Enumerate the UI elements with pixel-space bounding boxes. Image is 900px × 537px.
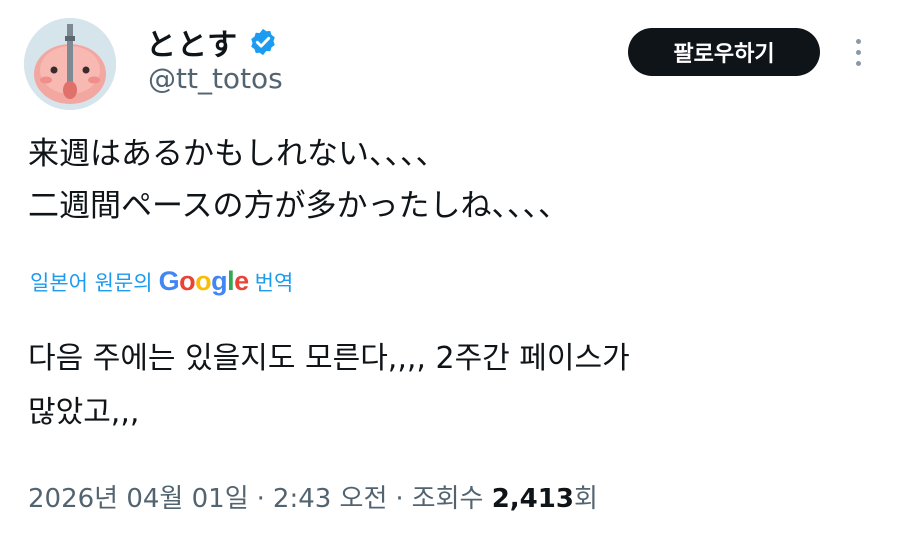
- dot: [855, 49, 861, 55]
- tweet-date[interactable]: 2026년 04월 01일: [28, 478, 249, 515]
- tweet-text: 来週はあるかもしれない、、、、 二週間ペースの方が多かったしね、、、、: [28, 128, 878, 232]
- tweet-meta: 2026년 04월 01일 · 2:43 오전 · 조회수 2,413 회: [28, 478, 598, 515]
- dot: [855, 60, 861, 66]
- translate-suffix: 번역: [254, 270, 294, 295]
- dot: [855, 38, 861, 44]
- verified-badge-icon: [251, 28, 275, 56]
- views-label: 조회수: [411, 484, 484, 514]
- tweet-line: 二週間ペースの方が多かったしね、、、、: [28, 188, 569, 224]
- translated-line: 다음 주에는 있을지도 모른다,,,, 2주간 페이스가: [28, 341, 630, 376]
- views-count: 2,413: [491, 484, 574, 514]
- translate-prefix: 일본어 원문의: [30, 270, 153, 295]
- google-letter: G: [158, 266, 180, 296]
- meta-separator: ·: [395, 484, 404, 514]
- author-handle[interactable]: @tt_totos: [148, 62, 283, 95]
- google-letter: o: [195, 266, 212, 296]
- google-letter: o: [179, 266, 196, 296]
- views[interactable]: 조회수 2,413 회: [412, 478, 598, 515]
- views-unit: 회: [573, 484, 598, 514]
- google-letter: e: [234, 266, 249, 296]
- author-name-row: ととす: [146, 20, 278, 64]
- avatar-image: [24, 18, 116, 110]
- translated-text: 다음 주에는 있을지도 모른다,,,, 2주간 페이스가 많았고,,,: [28, 332, 868, 440]
- google-logo: Google: [158, 266, 250, 297]
- translate-link[interactable]: 일본어 원문의 Google 번역: [30, 266, 293, 297]
- tweet-line: 来週はあるかもしれない、、、、: [28, 136, 447, 172]
- more-options-icon[interactable]: [846, 32, 870, 72]
- translated-line: 많았고,,,: [28, 395, 140, 430]
- google-letter: l: [227, 266, 235, 296]
- google-letter: g: [211, 266, 228, 296]
- follow-button[interactable]: 팔로우하기: [628, 28, 820, 76]
- meta-separator: ·: [256, 484, 265, 514]
- tweet-time[interactable]: 2:43 오전: [273, 478, 388, 515]
- author-display-name[interactable]: ととす: [146, 20, 238, 64]
- avatar[interactable]: [24, 18, 116, 110]
